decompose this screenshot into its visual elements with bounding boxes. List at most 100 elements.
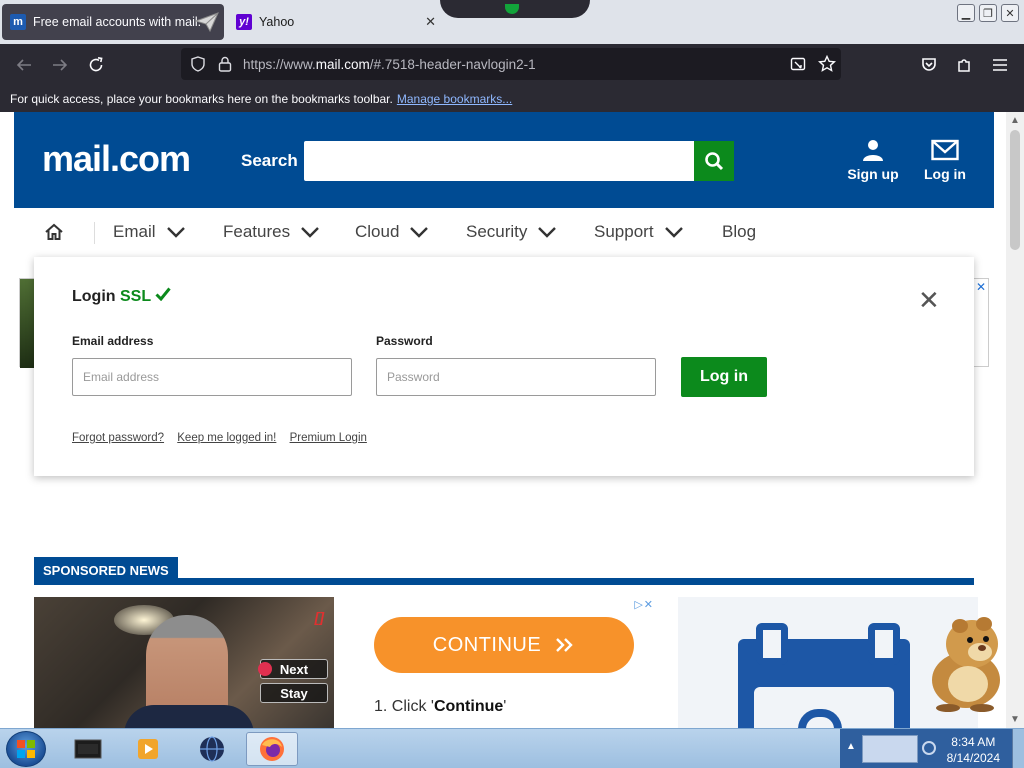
search-icon bbox=[705, 152, 724, 171]
checkmark-icon bbox=[155, 287, 171, 302]
search-button[interactable] bbox=[694, 141, 734, 181]
show-desktop-button[interactable] bbox=[1012, 729, 1024, 768]
reader-view-icon[interactable] bbox=[790, 56, 806, 77]
close-icon[interactable]: ✕ bbox=[918, 287, 940, 313]
step-bold: Continue bbox=[433, 698, 504, 715]
extensions-icon[interactable] bbox=[953, 54, 975, 76]
video-next-button[interactable]: Next bbox=[258, 659, 328, 679]
hamster-mascot[interactable] bbox=[920, 608, 1008, 712]
chevron-down-icon bbox=[664, 227, 683, 238]
pocket-icon[interactable] bbox=[918, 54, 940, 76]
home-icon[interactable] bbox=[44, 222, 64, 247]
sign-up-button[interactable]: Sign up bbox=[842, 138, 904, 182]
forgot-password-link[interactable]: Forgot password? bbox=[72, 432, 164, 444]
tab-mail[interactable]: m Free email accounts with mail. bbox=[2, 4, 224, 40]
tab-yahoo[interactable]: y! Yahoo ✕ bbox=[232, 4, 442, 40]
nav-label: Features bbox=[223, 222, 291, 241]
minimize-button[interactable]: ▁ bbox=[957, 4, 975, 22]
tab-title: Free email accounts with mail. bbox=[33, 15, 202, 29]
nav-label: Cloud bbox=[355, 222, 400, 241]
nav-cloud[interactable]: Cloud bbox=[355, 222, 429, 242]
firefox-icon bbox=[260, 737, 284, 761]
adchoices-icon[interactable]: ▷✕ bbox=[634, 598, 654, 611]
ad-image bbox=[20, 279, 34, 368]
url-text[interactable]: https://www.mail.com/#.7518-header-navlo… bbox=[243, 57, 536, 72]
log-in-header-button[interactable]: Log in bbox=[914, 138, 976, 182]
double-chevron-right-icon bbox=[556, 638, 573, 652]
tab-close-icon[interactable]: ✕ bbox=[425, 14, 436, 30]
scroll-thumb[interactable] bbox=[1010, 130, 1020, 250]
network-icon[interactable] bbox=[922, 741, 936, 755]
keep-logged-in-link[interactable]: Keep me logged in! bbox=[177, 432, 276, 444]
nav-security[interactable]: Security bbox=[466, 222, 557, 242]
taskbar-firefox[interactable] bbox=[246, 732, 298, 766]
continue-ad[interactable]: ▷✕ CONTINUE 1. Click 'Continue' bbox=[354, 597, 654, 728]
main-nav: Email Features Cloud Security Support Bl… bbox=[14, 208, 994, 258]
yahoo-favicon-icon: y! bbox=[236, 14, 252, 30]
url-bar[interactable]: https://www.mail.com/#.7518-header-navlo… bbox=[181, 48, 841, 80]
taskbar-terminal[interactable] bbox=[62, 732, 114, 766]
premium-login-link[interactable]: Premium Login bbox=[290, 432, 367, 444]
page-scrollbar[interactable]: ▲ ▼ bbox=[1006, 112, 1024, 728]
calendar-ring bbox=[868, 623, 900, 665]
tray-expand-icon[interactable]: ▲ bbox=[846, 741, 856, 752]
email-field[interactable] bbox=[72, 358, 352, 396]
nav-email[interactable]: Email bbox=[113, 222, 186, 242]
reload-icon[interactable] bbox=[85, 54, 107, 76]
close-window-button[interactable]: ✕ bbox=[1001, 4, 1019, 22]
bookmarks-hint: For quick access, place your bookmarks h… bbox=[10, 92, 393, 106]
url-prefix: https://www. bbox=[243, 57, 316, 72]
step-prefix: 1. Click ' bbox=[374, 698, 434, 715]
lock-icon[interactable] bbox=[218, 56, 232, 77]
nav-label: Email bbox=[113, 222, 156, 241]
nav-label: Blog bbox=[722, 222, 757, 241]
restore-button[interactable]: ❐ bbox=[979, 4, 997, 22]
log-in-button[interactable]: Log in bbox=[681, 357, 767, 397]
tab-title: Yahoo bbox=[259, 15, 295, 29]
login-heading: Login SSL bbox=[72, 287, 171, 306]
tray-app-icon[interactable] bbox=[862, 735, 918, 763]
tab-strip: m Free email accounts with mail. y! Yaho… bbox=[0, 0, 1024, 44]
mail-com-logo[interactable]: mail.com bbox=[42, 138, 191, 180]
video-stay-button[interactable]: Stay bbox=[260, 683, 328, 703]
bookmarks-toolbar: For quick access, place your bookmarks h… bbox=[0, 86, 1024, 112]
ad-instruction: 1. Click 'Continue' bbox=[374, 698, 506, 716]
clock-date: 8/14/2024 bbox=[946, 751, 1000, 765]
continue-ad-button[interactable]: CONTINUE bbox=[374, 617, 634, 673]
password-field[interactable] bbox=[376, 358, 656, 396]
step-suffix: ' bbox=[503, 698, 507, 715]
windows-logo-icon bbox=[17, 740, 35, 758]
scroll-down-icon[interactable]: ▼ bbox=[1010, 714, 1020, 725]
star-icon[interactable] bbox=[817, 54, 837, 78]
nav-divider bbox=[94, 222, 95, 244]
scroll-up-icon[interactable]: ▲ bbox=[1010, 115, 1020, 126]
continue-label: CONTINUE bbox=[432, 633, 542, 656]
taskbar-globe[interactable] bbox=[186, 732, 238, 766]
search-input[interactable] bbox=[304, 141, 696, 181]
login-title: Login bbox=[72, 288, 116, 305]
url-domain: mail.com bbox=[315, 57, 370, 72]
nav-blog[interactable]: Blog bbox=[722, 222, 756, 242]
menu-icon[interactable] bbox=[989, 54, 1011, 76]
terminal-icon bbox=[74, 739, 102, 759]
clock[interactable]: 8:34 AM 8/14/2024 bbox=[947, 734, 1000, 766]
screen: m Free email accounts with mail. y! Yaho… bbox=[0, 0, 1024, 768]
sponsored-news-heading: SPONSORED NEWS bbox=[34, 557, 178, 584]
back-arrow-icon[interactable] bbox=[13, 54, 35, 76]
video-corner-mark: [] bbox=[314, 609, 324, 625]
ad-close-icon[interactable]: ✕ bbox=[976, 280, 986, 294]
nav-features[interactable]: Features bbox=[223, 222, 320, 242]
manage-bookmarks-link[interactable]: Manage bookmarks... bbox=[397, 92, 512, 106]
log-in-label: Log in bbox=[924, 166, 966, 182]
nav-label: Support bbox=[594, 222, 654, 241]
forward-arrow-icon[interactable] bbox=[49, 54, 71, 76]
video-ad[interactable]: [] Next Stay bbox=[34, 597, 334, 728]
chevron-down-icon bbox=[166, 227, 185, 238]
shield-icon[interactable] bbox=[190, 56, 206, 77]
paper-plane-icon[interactable] bbox=[194, 11, 220, 33]
taskbar-media-player[interactable] bbox=[122, 732, 174, 766]
email-label: Email address bbox=[72, 334, 154, 348]
envelope-icon bbox=[931, 139, 959, 161]
start-button[interactable] bbox=[6, 731, 46, 767]
nav-support[interactable]: Support bbox=[594, 222, 684, 242]
